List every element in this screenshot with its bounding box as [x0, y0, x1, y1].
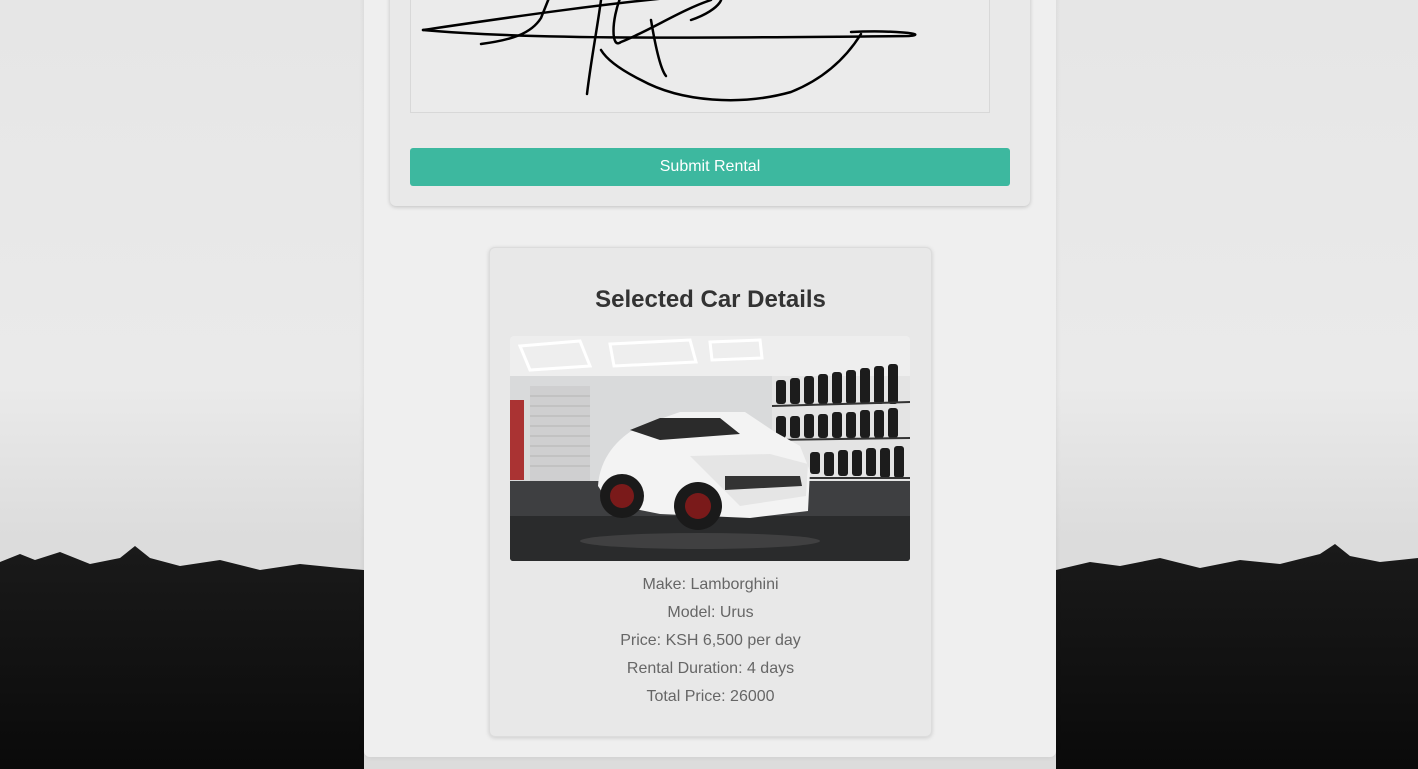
- total-price: Total Price: 26000: [646, 688, 775, 705]
- car-image: [510, 336, 910, 561]
- signature-pad[interactable]: [410, 0, 990, 113]
- details-title: Selected Car Details: [595, 286, 826, 313]
- signature-drawing: [421, 0, 917, 102]
- submit-rental-button[interactable]: Submit Rental: [410, 148, 1010, 186]
- rental-form: Submit Rental: [390, 0, 1030, 206]
- car-price: Price: KSH 6,500 per day: [620, 632, 801, 649]
- car-model: Model: Urus: [667, 604, 754, 621]
- rental-page-card: Submit Rental Selected Car Details Make:…: [364, 0, 1056, 757]
- rental-duration: Rental Duration: 4 days: [626, 660, 795, 677]
- car-make: Make: Lamborghini: [642, 576, 779, 593]
- selected-car-details-card: Selected Car Details Make: Lamborghini M…: [489, 247, 932, 737]
